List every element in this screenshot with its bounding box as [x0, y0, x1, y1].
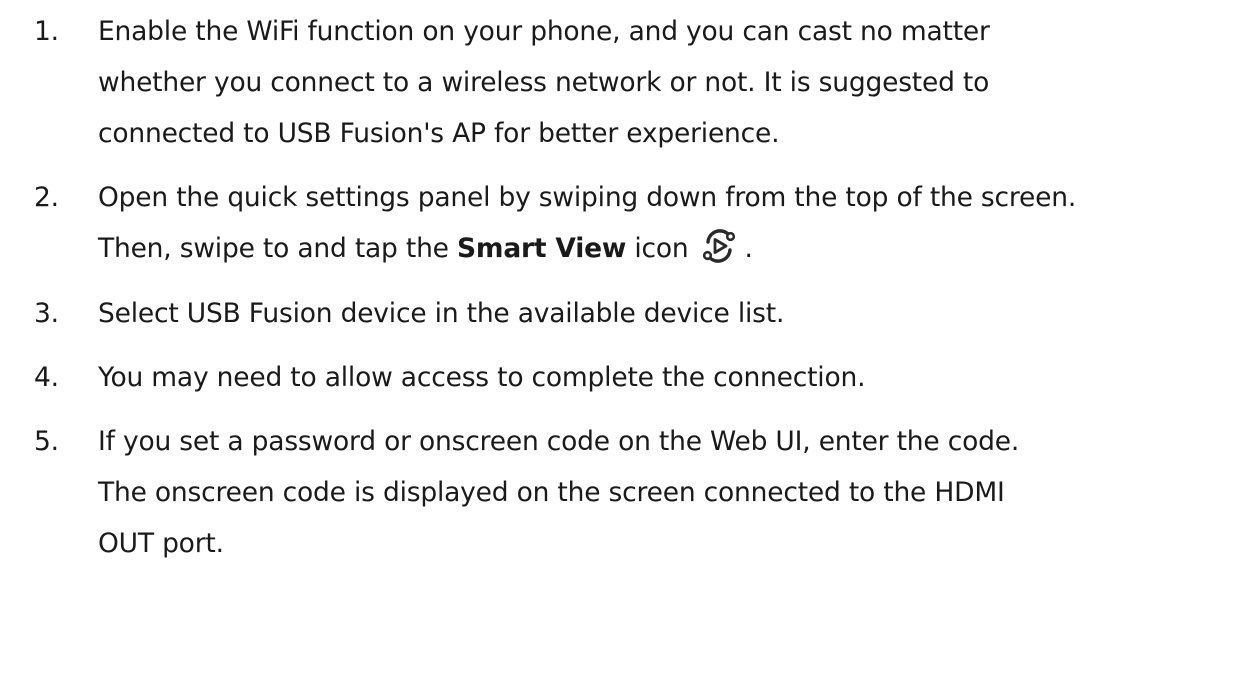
step-5-line-1: If you set a password or onscreen code o… [98, 426, 1020, 457]
step-5-number: 5. [34, 426, 59, 457]
step-2: 2. Open the quick settings panel by swip… [34, 172, 1246, 274]
step-3: 3. Select USB Fusion device in the avail… [34, 288, 1246, 339]
step-4-number: 4. [34, 362, 59, 393]
step-3-number: 3. [34, 298, 59, 329]
step-2-line-2-after: icon [626, 233, 689, 264]
step-5-text: If you set a password or onscreen code o… [98, 416, 1246, 569]
step-1-number: 1. [34, 16, 59, 47]
step-1-line-3: connected to USB Fusion's AP for better … [98, 118, 780, 149]
instruction-steps-list: 1. Enable the WiFi function on your phon… [34, 6, 1246, 569]
smart-view-icon [699, 226, 739, 266]
step-3-text: Select USB Fusion device in the availabl… [98, 298, 785, 329]
step-4: 4. You may need to allow access to compl… [34, 352, 1246, 403]
step-5-line-3: OUT port. [98, 528, 224, 559]
step-2-line-2-before: Then, swipe to and tap the [98, 233, 458, 264]
step-2-text: Open the quick settings panel by swiping… [98, 172, 1246, 274]
step-2-number: 2. [34, 182, 59, 213]
step-2-line-1: Open the quick settings panel by swiping… [98, 182, 1077, 213]
step-1: 1. Enable the WiFi function on your phon… [34, 6, 1246, 159]
step-1-text: Enable the WiFi function on your phone, … [98, 6, 1246, 159]
step-5: 5. If you set a password or onscreen cod… [34, 416, 1246, 569]
smart-view-label: Smart View [457, 233, 627, 264]
step-1-line-2: whether you connect to a wireless networ… [98, 67, 990, 98]
step-4-text: You may need to allow access to complete… [98, 362, 866, 393]
step-2-line-2-end: . [744, 233, 753, 264]
step-1-line-1: Enable the WiFi function on your phone, … [98, 16, 990, 47]
step-5-line-2: The onscreen code is displayed on the sc… [98, 477, 1005, 508]
